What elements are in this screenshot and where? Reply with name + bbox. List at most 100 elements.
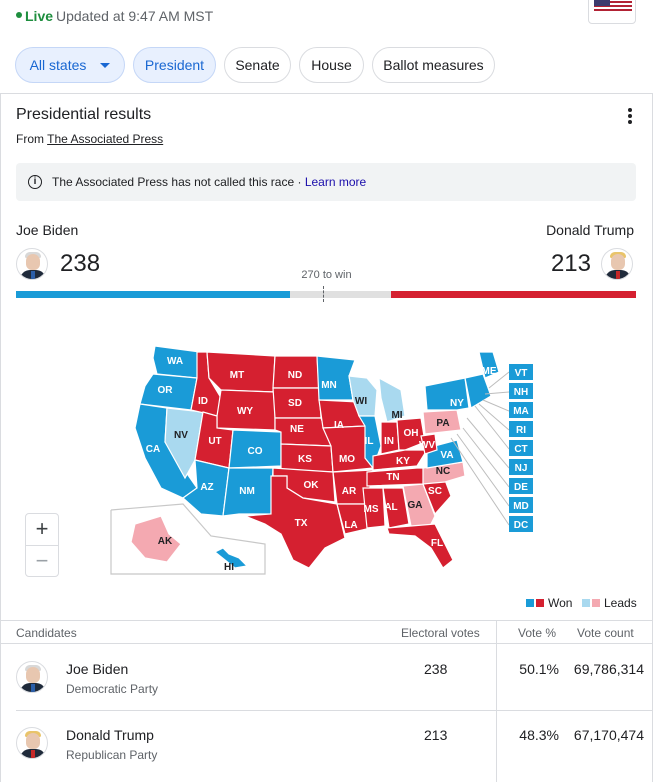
trump-row-avatar — [16, 727, 48, 759]
electoral-vote-bar — [16, 291, 636, 298]
legend-rep-leads-swatch — [592, 599, 600, 607]
source-line: From The Associated Press — [16, 132, 163, 146]
us-flag-icon — [594, 0, 632, 13]
label-ca: CA — [146, 444, 160, 455]
label-sd: SD — [288, 398, 302, 409]
label-ak: AK — [158, 536, 173, 547]
to-win-label: 270 to win — [301, 269, 352, 281]
label-tx: TX — [295, 518, 308, 529]
label-nm: NM — [239, 486, 255, 497]
label-co: CO — [248, 446, 263, 457]
label-pa: PA — [436, 418, 449, 429]
label-oh: OH — [404, 428, 419, 439]
state-ak — [130, 515, 182, 563]
race-call-notice: i The Associated Press has not called th… — [16, 163, 636, 201]
biden-name: Joe Biden — [16, 222, 79, 238]
label-nd: ND — [288, 370, 302, 381]
label-me: ME — [482, 366, 497, 377]
rep-electoral-bar — [390, 291, 636, 298]
dropdown-caret-icon — [100, 62, 111, 68]
notice-message: The Associated Press has not called this… — [52, 175, 302, 189]
chip-ballot-measures[interactable]: Ballot measures — [372, 47, 495, 83]
label-ma: MA — [513, 406, 529, 417]
label-ia: IA — [334, 420, 344, 431]
candidate-electoral-votes: 213 — [424, 727, 448, 743]
chip-label: President — [144, 57, 205, 73]
label-ky: KY — [396, 456, 410, 467]
label-ut: UT — [208, 436, 221, 447]
candidate-party: Democratic Party — [66, 682, 159, 696]
source-link[interactable]: The Associated Press — [47, 132, 163, 146]
us-results-map[interactable]: WA OR CA NV ID MT WY UT AZ CO NM ND SD N… — [105, 338, 545, 578]
label-wv: WV — [419, 440, 435, 451]
label-hi: HI — [224, 562, 234, 573]
chip-label: Ballot measures — [383, 57, 484, 73]
label-ok: OK — [304, 480, 320, 491]
us-flag-button[interactable] — [588, 0, 636, 24]
col-electoral-votes: Electoral votes — [401, 626, 480, 640]
label-ar: AR — [342, 486, 357, 497]
label-tn: TN — [386, 472, 399, 483]
updated-time: Updated at 9:47 AM MST — [56, 8, 214, 24]
table-row: Donald Trump Republican Party 213 48.3% … — [0, 711, 653, 777]
label-mt: MT — [230, 370, 244, 381]
label-va: VA — [440, 450, 453, 461]
legend-leads-label: Leads — [604, 596, 637, 610]
biden-row-avatar — [16, 661, 48, 693]
label-sc: SC — [428, 486, 442, 497]
label-nv: NV — [174, 430, 188, 441]
more-options-icon[interactable] — [622, 108, 638, 124]
label-ga: GA — [408, 500, 423, 511]
candidate-vote-count: 67,170,474 — [573, 727, 644, 743]
chip-label: All states — [29, 57, 87, 73]
candidate-electoral-votes: 238 — [424, 661, 448, 677]
label-mi: MI — [391, 410, 402, 421]
label-md: MD — [513, 501, 529, 512]
label-ny: NY — [450, 398, 464, 409]
dem-electoral-bar — [16, 291, 291, 298]
chip-president[interactable]: President — [133, 47, 216, 83]
label-ms: MS — [364, 504, 379, 515]
status-bar: Live Updated at 9:47 AM MST — [0, 0, 653, 36]
label-vt: VT — [515, 368, 528, 379]
candidate-vote-count: 69,786,314 — [573, 661, 644, 677]
chip-all-states[interactable]: All states — [15, 47, 125, 83]
table-row: Joe Biden Democratic Party 238 50.1% 69,… — [0, 645, 653, 711]
chip-senate[interactable]: Senate — [224, 47, 291, 83]
label-or: OR — [158, 385, 174, 396]
legend-dem-won-swatch — [526, 599, 534, 607]
trump-name: Donald Trump — [546, 222, 634, 238]
label-al: AL — [384, 502, 397, 513]
label-de: DE — [514, 482, 528, 493]
label-mo: MO — [339, 454, 355, 465]
candidate-vote-pct: 48.3% — [519, 727, 559, 743]
source-prefix: From — [16, 132, 44, 146]
chip-house[interactable]: House — [299, 47, 364, 83]
learn-more-link[interactable]: Learn more — [305, 175, 366, 189]
label-in: IN — [384, 436, 394, 447]
label-ks: KS — [298, 454, 312, 465]
win-threshold-marker — [323, 286, 325, 302]
page-title: Presidential results — [16, 106, 152, 123]
results-table-header: Candidates Electoral votes Vote % Vote c… — [0, 620, 653, 644]
label-nh: NH — [514, 387, 528, 398]
zoom-out-button[interactable]: − — [26, 545, 58, 576]
label-ri: RI — [516, 425, 526, 436]
candidate-vote-pct: 50.1% — [519, 661, 559, 677]
legend-rep-won-swatch — [536, 599, 544, 607]
map-zoom-controls: + − — [25, 513, 59, 577]
label-az: AZ — [200, 482, 213, 493]
notice-text: The Associated Press has not called this… — [52, 175, 366, 189]
label-wi: WI — [355, 396, 367, 407]
zoom-in-button[interactable]: + — [26, 514, 58, 545]
chip-label: Senate — [235, 57, 280, 73]
label-id: ID — [198, 396, 208, 407]
label-ne: NE — [290, 424, 304, 435]
col-vote-count: Vote count — [577, 626, 634, 640]
candidate-party: Republican Party — [66, 748, 158, 762]
label-wa: WA — [167, 356, 183, 367]
legend-won-label: Won — [548, 596, 573, 610]
col-vote-pct: Vote % — [518, 626, 557, 640]
label-fl: FL — [431, 538, 443, 549]
candidate-name: Joe Biden — [66, 661, 129, 677]
